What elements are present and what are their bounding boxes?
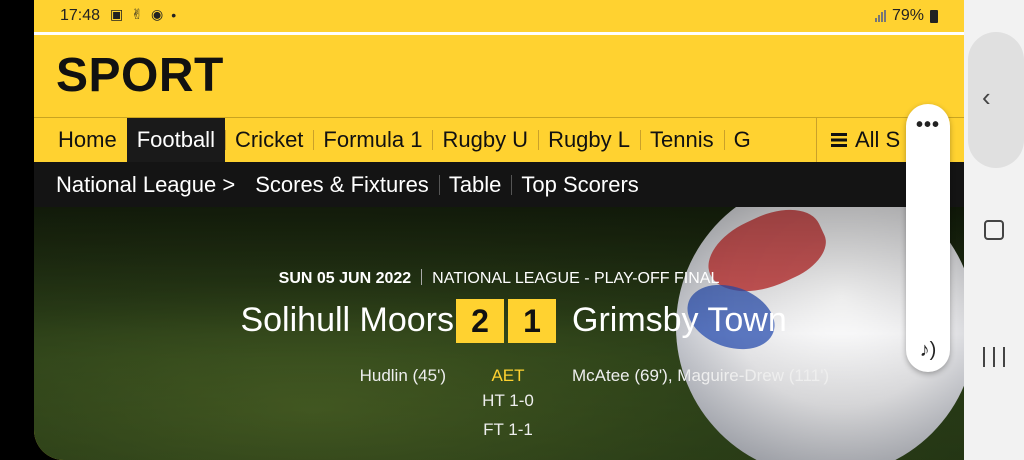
- home-score: 2: [456, 299, 504, 343]
- system-navigation-bar: ‹: [964, 0, 1024, 460]
- home-team-name[interactable]: Solihull Moors: [240, 301, 454, 340]
- match-competition: NATIONAL LEAGUE - PLAY-OFF FINAL: [432, 270, 720, 287]
- phone-screen: 17:48 ▣ ✌ ◉ • 79% SPORT Home Football Cr…: [34, 0, 964, 460]
- half-time-score: HT 1-0: [482, 391, 534, 410]
- floating-media-panel[interactable]: ••• ♪): [906, 104, 950, 372]
- all-sport-label: All S: [855, 127, 901, 152]
- football-subnav: National League > Scores & Fixtures Tabl…: [34, 162, 964, 207]
- battery-icon: [930, 9, 938, 23]
- sport-logo[interactable]: SPORT: [56, 48, 224, 103]
- nav-item-rugby-union[interactable]: Rugby U: [432, 118, 538, 162]
- match-date: SUN 05 JUN 2022: [278, 270, 412, 287]
- battery-percent: 79%: [891, 7, 924, 24]
- subnav-scores-fixtures[interactable]: Scores & Fixtures: [245, 172, 439, 198]
- match-header: SUN 05 JUN 2022 NATIONAL LEAGUE - PLAY-OF…: [34, 207, 964, 460]
- sport-nav: Home Football Cricket Formula 1 Rugby U …: [48, 118, 761, 162]
- nav-item-golf[interactable]: G: [723, 118, 761, 162]
- all-sport-menu-button[interactable]: All S: [816, 118, 900, 162]
- chrome-icon: ◉: [150, 6, 164, 22]
- match-meta: SUN 05 JUN 2022 NATIONAL LEAGUE - PLAY-OF…: [34, 269, 964, 288]
- away-scorers: McAtee (69'), Maguire-Drew (111'): [572, 366, 830, 385]
- status-time: 17:48: [60, 7, 101, 24]
- nav-item-tennis[interactable]: Tennis: [640, 118, 724, 162]
- more-options-icon[interactable]: •••: [906, 114, 950, 137]
- hands-icon: ✌: [131, 6, 143, 22]
- nav-item-formula-1[interactable]: Formula 1: [313, 118, 432, 162]
- back-button[interactable]: [968, 32, 1024, 168]
- subnav-national-league[interactable]: National League >: [56, 172, 245, 198]
- header-divider: [34, 32, 964, 35]
- recent-apps-icon[interactable]: [983, 347, 1005, 367]
- subnav-top-scorers[interactable]: Top Scorers: [511, 172, 648, 198]
- dot-icon: •: [171, 6, 177, 23]
- full-time-score: FT 1-1: [483, 420, 533, 439]
- audio-icon[interactable]: ♪): [906, 339, 950, 362]
- scoreline: Solihull Moors 2 1 Grimsby Town: [34, 299, 964, 343]
- nav-item-home[interactable]: Home: [48, 118, 127, 162]
- away-score: 1: [508, 299, 556, 343]
- nav-item-cricket[interactable]: Cricket: [224, 118, 313, 162]
- home-scorers: Hudlin (45'): [359, 366, 446, 385]
- home-button-icon[interactable]: [984, 220, 1004, 240]
- away-team-name[interactable]: Grimsby Town: [572, 301, 787, 340]
- image-icon: ▣: [110, 6, 124, 22]
- status-bar: 17:48 ▣ ✌ ◉ • 79%: [34, 0, 964, 32]
- nav-item-rugby-league[interactable]: Rugby L: [538, 118, 640, 162]
- nav-item-football[interactable]: Football: [126, 118, 225, 162]
- back-icon[interactable]: ‹: [982, 82, 991, 113]
- signal-icon: [874, 10, 886, 22]
- match-status: AET: [491, 366, 525, 385]
- subnav-table[interactable]: Table: [438, 172, 512, 198]
- hamburger-icon: [831, 133, 847, 147]
